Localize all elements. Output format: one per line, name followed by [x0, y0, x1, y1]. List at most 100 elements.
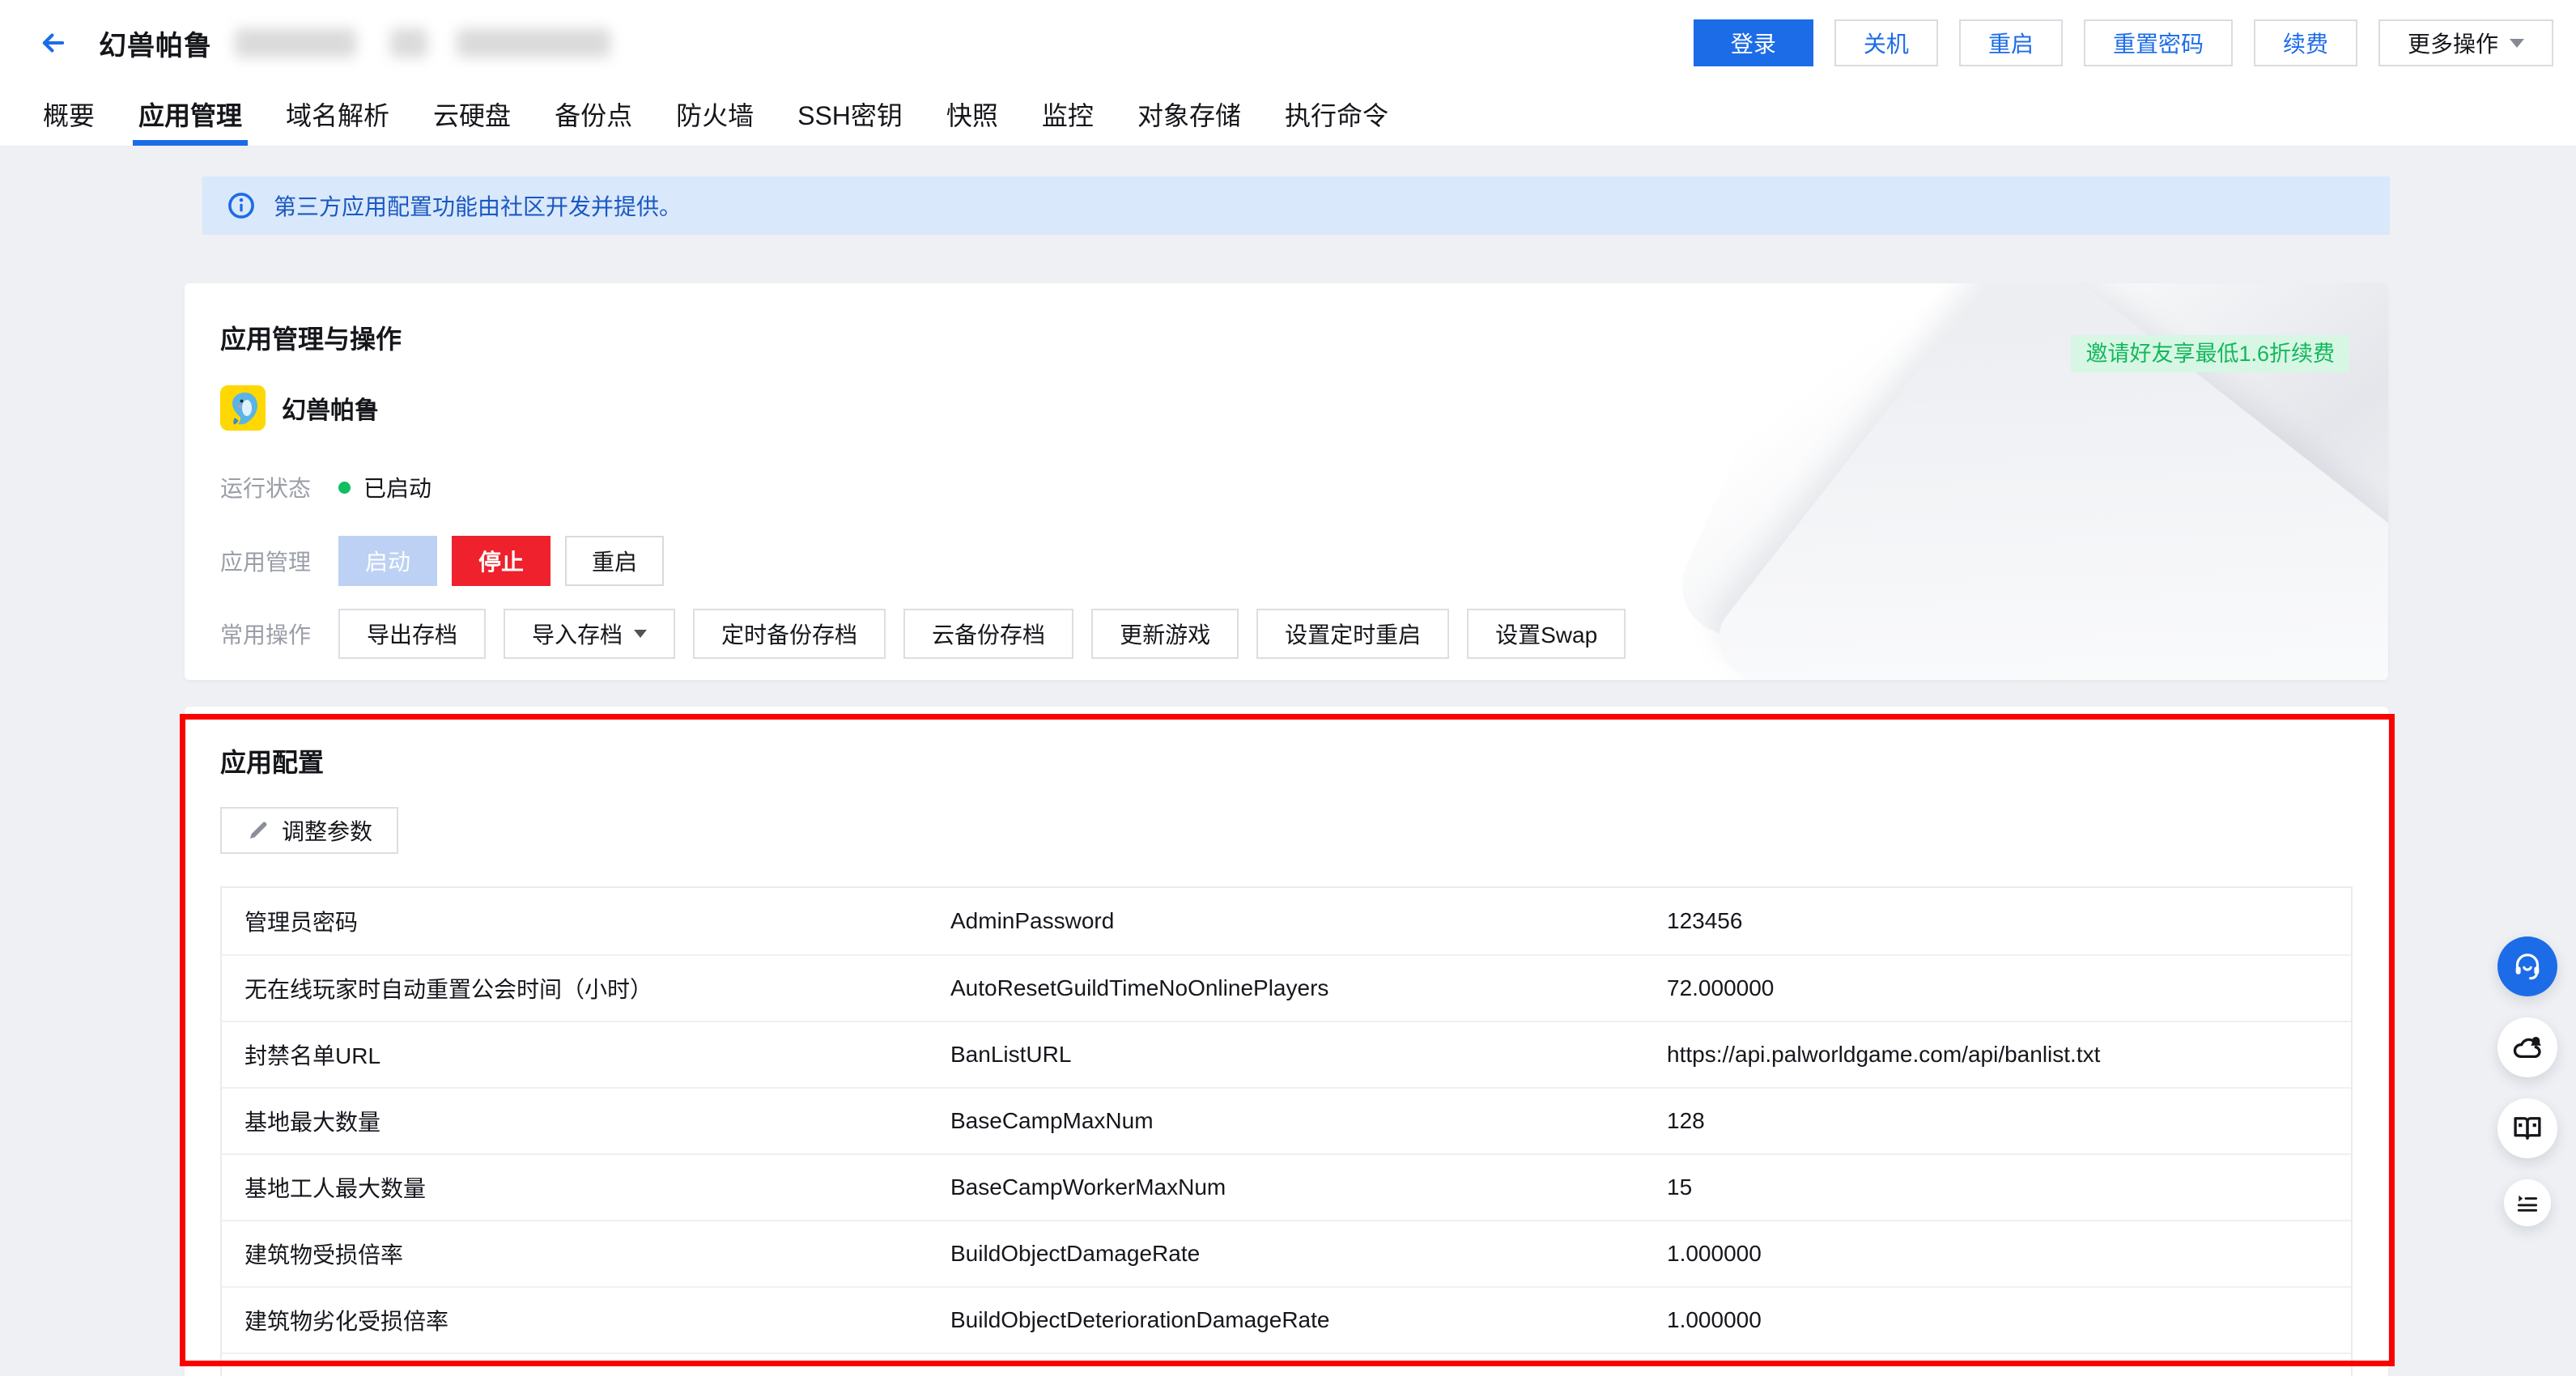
palworld-app-icon — [220, 385, 266, 431]
config-label: 封禁名单URL — [222, 1038, 950, 1071]
config-label: 基地最大数量 — [222, 1105, 950, 1137]
info-banner: 第三方应用配置功能由社区开发并提供。 — [202, 176, 2390, 235]
redacted-region-info — [457, 28, 610, 57]
more-actions-label: 更多操作 — [2408, 27, 2498, 59]
config-value: 123456 — [1667, 908, 2351, 934]
chevron-down-icon — [634, 630, 647, 638]
tab-bar: 概要 应用管理 域名解析 云硬盘 备份点 防火墙 SSH密钥 快照 监控 对象存… — [0, 86, 2576, 147]
renew-button[interactable]: 续费 — [2254, 19, 2357, 66]
run-status-label: 运行状态 — [220, 471, 338, 503]
run-status-value: 已启动 — [338, 471, 431, 503]
restart-app-button[interactable]: 重启 — [565, 536, 664, 586]
config-key: BaseCampMaxNum — [950, 1108, 1667, 1134]
config-key: BaseCampWorkerMaxNum — [950, 1174, 1667, 1200]
adjust-params-button[interactable]: 调整参数 — [220, 807, 398, 854]
import-save-label: 导入存档 — [532, 618, 623, 650]
shutdown-button[interactable]: 关机 — [1834, 19, 1938, 66]
info-icon — [227, 191, 256, 220]
config-label: 建筑物受损倍率 — [222, 1238, 950, 1270]
table-row: 基地最大数量 BaseCampMaxNum 128 — [222, 1087, 2351, 1153]
config-key: BanListURL — [950, 1042, 1667, 1068]
config-key: AutoResetGuildTimeNoOnlinePlayers — [950, 975, 1667, 1001]
top-header: 幻兽帕鲁 登录 关机 重启 重置密码 续费 更多操作 — [0, 0, 2576, 86]
scheduled-restart-button[interactable]: 设置定时重启 — [1256, 609, 1449, 659]
docs-book-icon — [2510, 1111, 2544, 1145]
start-app-button[interactable]: 启动 — [338, 536, 437, 586]
tab-run-command[interactable]: 执行命令 — [1263, 86, 1410, 146]
export-save-button[interactable]: 导出存档 — [338, 609, 486, 659]
tab-dns[interactable]: 域名解析 — [264, 86, 411, 146]
info-banner-text: 第三方应用配置功能由社区开发并提供。 — [274, 189, 682, 222]
tab-firewall[interactable]: 防火墙 — [654, 86, 776, 146]
login-button[interactable]: 登录 — [1694, 19, 1813, 66]
header-actions: 登录 关机 重启 重置密码 续费 更多操作 — [1694, 19, 2553, 66]
app-manage-label: 应用管理 — [220, 545, 338, 577]
more-actions-button[interactable]: 更多操作 — [2378, 19, 2553, 66]
tab-overview[interactable]: 概要 — [21, 86, 117, 146]
tab-snapshot[interactable]: 快照 — [925, 86, 1020, 146]
config-value: 1.000000 — [1667, 1307, 2351, 1333]
common-ops-label: 常用操作 — [220, 618, 338, 650]
common-ops-row: 常用操作 导出存档 导入存档 定时备份存档 云备份存档 更新游戏 设置定时重启 … — [220, 609, 2353, 659]
config-label: 收集物掉落倍率 — [222, 1370, 950, 1376]
app-identity: 幻兽帕鲁 — [220, 385, 2353, 431]
notifications-button[interactable] — [2497, 1017, 2557, 1077]
status-text: 已启动 — [363, 471, 431, 503]
config-value: 15 — [1667, 1174, 2351, 1200]
support-chat-button[interactable] — [2497, 936, 2557, 996]
cloud-bell-icon — [2510, 1030, 2544, 1064]
tab-cloud-disk[interactable]: 云硬盘 — [411, 86, 533, 146]
config-key: AdminPassword — [950, 908, 1667, 934]
main-content: 第三方应用配置功能由社区开发并提供。 邀请好友享最低1.6折续费 应用管理与操作… — [0, 147, 2576, 1376]
adjust-params-label: 调整参数 — [282, 814, 372, 847]
config-card-title: 应用配置 — [220, 742, 2353, 779]
tab-monitor[interactable]: 监控 — [1020, 86, 1116, 146]
config-value: https://api.palworldgame.com/api/banlist… — [1667, 1042, 2351, 1068]
tab-object-storage[interactable]: 对象存储 — [1116, 86, 1263, 146]
table-row: 无在线玩家时自动重置公会时间（小时） AutoResetGuildTimeNoO… — [222, 954, 2351, 1021]
stop-app-button[interactable]: 停止 — [452, 536, 550, 586]
reboot-button[interactable]: 重启 — [1959, 19, 2063, 66]
config-table: 管理员密码 AdminPassword 123456 无在线玩家时自动重置公会时… — [220, 886, 2353, 1376]
scheduled-backup-button[interactable]: 定时备份存档 — [693, 609, 886, 659]
set-swap-button[interactable]: 设置Swap — [1467, 609, 1626, 659]
pencil-icon — [246, 818, 270, 843]
config-key: BuildObjectDamageRate — [950, 1241, 1667, 1267]
redacted-separator — [390, 28, 427, 57]
config-label: 基地工人最大数量 — [222, 1171, 950, 1204]
table-row: 建筑物受损倍率 BuildObjectDamageRate 1.000000 — [222, 1220, 2351, 1286]
app-name: 幻兽帕鲁 — [282, 390, 379, 426]
config-value: 1.000000 — [1667, 1241, 2351, 1267]
tab-backup-point[interactable]: 备份点 — [533, 86, 654, 146]
status-dot-icon — [338, 482, 351, 494]
feedback-list-icon — [2514, 1190, 2540, 1216]
config-label: 管理员密码 — [222, 905, 950, 937]
config-label: 无在线玩家时自动重置公会时间（小时） — [222, 972, 950, 1004]
tab-app-management[interactable]: 应用管理 — [117, 86, 264, 146]
config-label: 建筑物劣化受损倍率 — [222, 1304, 950, 1336]
floating-action-stack — [2497, 936, 2557, 1226]
update-game-button[interactable]: 更新游戏 — [1091, 609, 1239, 659]
redacted-instance-id — [235, 28, 356, 57]
import-save-button[interactable]: 导入存档 — [504, 609, 675, 659]
table-row: 管理员密码 AdminPassword 123456 — [222, 888, 2351, 954]
table-row: 封禁名单URL BanListURL https://api.palworldg… — [222, 1021, 2351, 1087]
arrow-left-icon — [38, 28, 69, 58]
config-value: 128 — [1667, 1108, 2351, 1134]
app-management-card: 邀请好友享最低1.6折续费 应用管理与操作 幻兽帕鲁 运行状态 已启动 — [185, 283, 2388, 680]
app-card-title: 应用管理与操作 — [220, 319, 2353, 356]
feedback-panel-button[interactable] — [2504, 1179, 2551, 1226]
config-key: BuildObjectDeteriorationDamageRate — [950, 1307, 1667, 1333]
cloud-backup-button[interactable]: 云备份存档 — [903, 609, 1073, 659]
page-title: 幻兽帕鲁 — [99, 23, 212, 63]
back-button[interactable] — [36, 25, 71, 61]
documentation-button[interactable] — [2497, 1098, 2557, 1158]
table-row: 收集物掉落倍率 CollectionDropRate 1.000000 — [222, 1353, 2351, 1376]
promo-badge[interactable]: 邀请好友享最低1.6折续费 — [2071, 335, 2349, 372]
reset-password-button[interactable]: 重置密码 — [2084, 19, 2233, 66]
app-config-card: 应用配置 调整参数 管理员密码 AdminPassword 123456 无在线… — [185, 707, 2388, 1376]
tab-ssh-key[interactable]: SSH密钥 — [776, 86, 925, 146]
table-row: 基地工人最大数量 BaseCampWorkerMaxNum 15 — [222, 1153, 2351, 1220]
run-status-row: 运行状态 已启动 — [220, 471, 2353, 503]
app-manage-row: 应用管理 启动 停止 重启 — [220, 536, 2353, 586]
